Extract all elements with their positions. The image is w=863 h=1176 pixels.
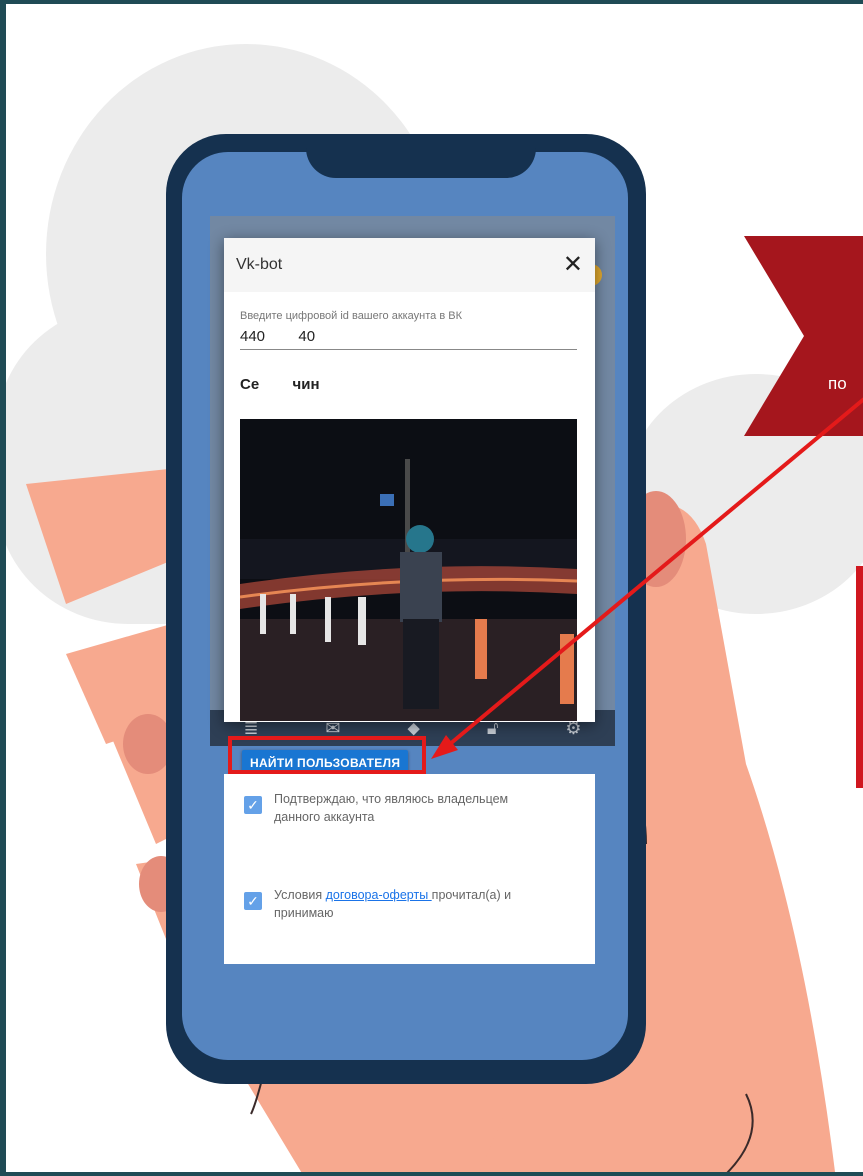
checkbox-checked-icon[interactable]: ✓: [244, 796, 262, 814]
phone-notch: [306, 134, 536, 178]
user-name: Се чин: [240, 376, 320, 393]
vk-id-label: Введите цифровой id вашего аккаунта в ВК: [240, 310, 462, 322]
close-icon[interactable]: ✕: [563, 253, 583, 277]
owner-confirm-row[interactable]: ✓ Подтверждаю, что являюсь владельцем да…: [244, 790, 544, 826]
banner-text: по: [828, 374, 847, 393]
user-photo: [240, 419, 577, 721]
highlight-box: [228, 736, 426, 774]
dialog-header: Vk-bot ✕: [224, 238, 595, 292]
offer-accept-text: Условия договора-оферты прочитал(а) и пр…: [274, 886, 544, 922]
dialog-title: Vk-bot: [236, 256, 283, 273]
red-accent-bar: [856, 566, 863, 788]
red-banner-shape: [744, 236, 863, 436]
agreements-panel: ✓ Подтверждаю, что являюсь владельцем да…: [224, 774, 595, 964]
offer-link[interactable]: договора-оферты: [326, 888, 432, 902]
slide-frame: ≣ ✉ ⬥ 🔓︎ ⚙ Vk-bot ✕ Введите цифровой id …: [0, 0, 863, 1176]
checkbox-checked-icon[interactable]: ✓: [244, 892, 262, 910]
offer-text-before: Условия: [274, 888, 326, 902]
vk-bot-dialog: Vk-bot ✕ Введите цифровой id вашего акка…: [224, 238, 595, 722]
vk-id-input[interactable]: 440 40: [240, 328, 577, 350]
offer-accept-row[interactable]: ✓ Условия договора-оферты прочитал(а) и …: [244, 886, 544, 922]
owner-confirm-text: Подтверждаю, что являюсь владельцем данн…: [274, 792, 509, 824]
